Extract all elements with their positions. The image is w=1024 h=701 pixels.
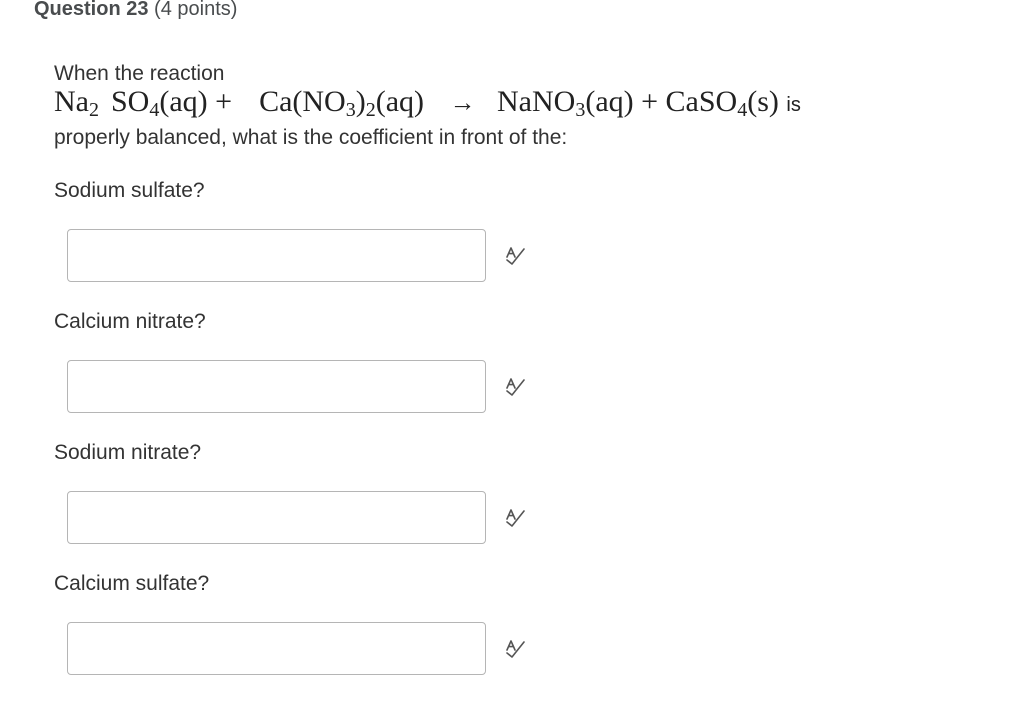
eq-calcium-sulfate: CaSO4(s) [665, 85, 779, 121]
question-points: (4 points) [154, 0, 238, 20]
eq-sodium-nitrate: NaNO3(aq) + [497, 85, 659, 121]
eq-calcium-nitrate: Ca(NO3)2(aq) [259, 85, 425, 121]
answer-input-calcium-nitrate[interactable] [67, 360, 486, 413]
chemical-equation: Na2 SO4(aq) + Ca(NO3)2(aq) → NaNO3(aq) + … [54, 84, 801, 123]
part-label-calcium-sulfate: Calcium sulfate? [54, 572, 210, 595]
spell-check-icon[interactable] [504, 506, 526, 528]
question-header: Question 23 (4 points) [34, 0, 237, 22]
spell-check-icon[interactable] [504, 375, 526, 397]
spell-check-icon[interactable] [504, 244, 526, 266]
question-title: Question 23 [34, 0, 149, 20]
answer-input-calcium-sulfate[interactable] [67, 622, 486, 675]
part-label-sodium-sulfate: Sodium sulfate? [54, 179, 205, 202]
part-label-calcium-nitrate: Calcium nitrate? [54, 310, 206, 333]
eq-tail-text: is [786, 94, 801, 116]
spell-check-icon[interactable] [504, 637, 526, 659]
answer-input-sodium-nitrate[interactable] [67, 491, 486, 544]
eq-sodium-sulfate: Na2 SO4(aq) + [54, 85, 233, 121]
part-label-sodium-nitrate: Sodium nitrate? [54, 441, 202, 464]
question-continuation: properly balanced, what is the coefficie… [54, 126, 568, 149]
answer-input-sodium-sulfate[interactable] [67, 229, 486, 282]
reaction-arrow: → [449, 88, 476, 117]
question-intro: When the reaction [54, 62, 225, 85]
